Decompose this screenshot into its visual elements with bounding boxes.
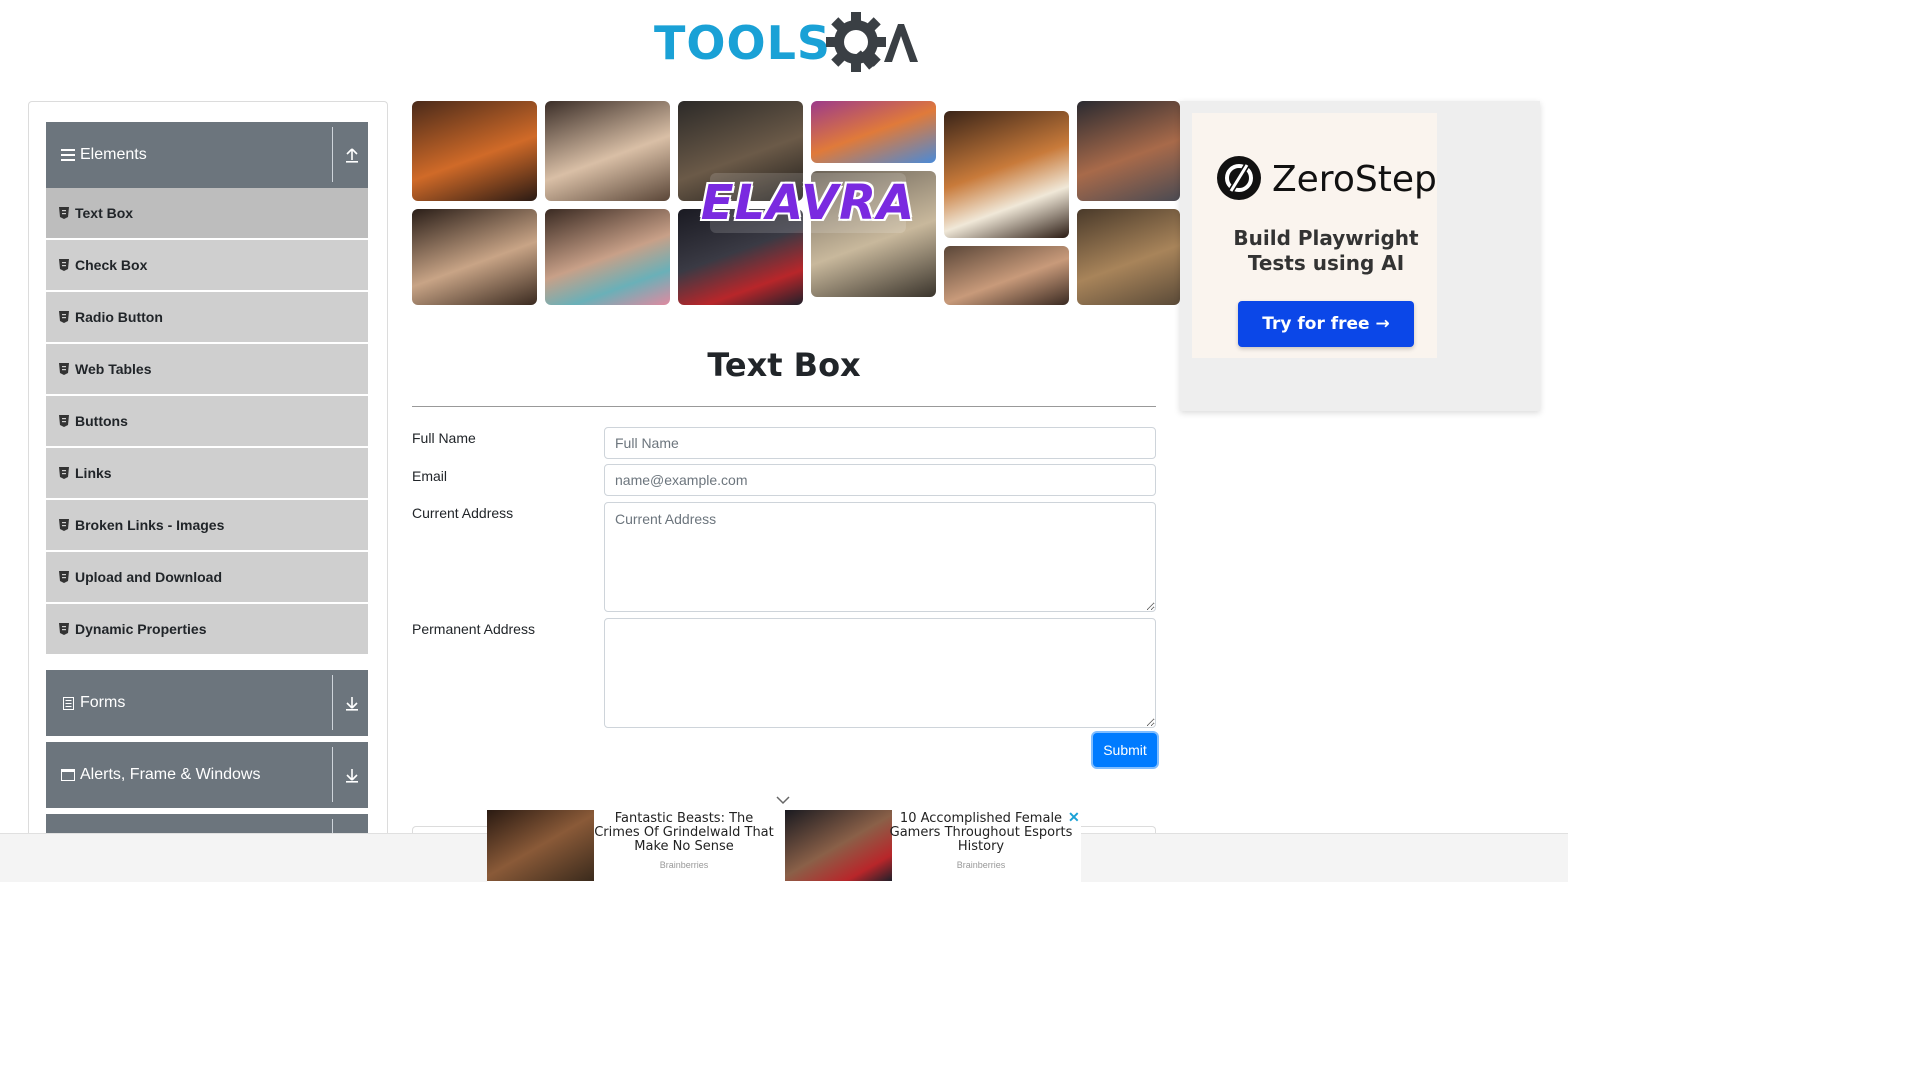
banner-image	[545, 209, 670, 305]
html5-icon	[59, 467, 69, 479]
divider	[332, 127, 333, 182]
sidebar-item-buttons[interactable]: Buttons	[46, 396, 368, 446]
banner-ad[interactable]: ELAVRA	[412, 101, 1180, 305]
full-name-label: Full Name	[412, 430, 476, 446]
logo-gear-icon	[826, 12, 918, 72]
collapse-up-icon[interactable]	[344, 146, 360, 164]
sidebar-item-label: Check Box	[75, 257, 148, 273]
sidebar-item-broken-links[interactable]: Broken Links - Images	[46, 500, 368, 550]
sidebar-item-radio-button[interactable]: Radio Button	[46, 292, 368, 342]
current-address-label: Current Address	[412, 505, 514, 521]
html5-icon	[59, 623, 69, 635]
divider	[332, 747, 333, 802]
ad-brand-name: ZeroStep	[1272, 159, 1437, 200]
ad-headline[interactable]: 10 Accomplished Female Gamers Throughout…	[888, 812, 1074, 854]
ad-headline[interactable]: Fantastic Beasts: The Crimes Of Grindelw…	[591, 812, 777, 854]
sidebar-item-upload-download[interactable]: Upload and Download	[46, 552, 368, 602]
banner-image	[412, 209, 537, 305]
html5-icon	[59, 311, 69, 323]
sidebar-item-label: Links	[75, 465, 112, 481]
sidebar-group-label: Alerts, Frame & Windows	[80, 766, 261, 783]
document-icon	[60, 695, 76, 711]
sidebar-item-web-tables[interactable]: Web Tables	[46, 344, 368, 394]
ad-card: ZeroStep Build Playwright Tests using AI…	[1192, 113, 1437, 358]
sidebar-item-dynamic-properties[interactable]: Dynamic Properties	[46, 604, 368, 654]
ad-thumbnail[interactable]	[487, 810, 594, 881]
email-input[interactable]	[604, 464, 1156, 496]
banner-image	[1077, 101, 1180, 201]
site-header: TOOLS	[0, 0, 1568, 90]
bottom-ad-strip: Fantastic Beasts: The Crimes Of Grindelw…	[487, 810, 1081, 882]
ad-tagline: Build Playwright Tests using AI	[1233, 226, 1419, 275]
html5-icon	[59, 207, 69, 219]
try-for-free-button[interactable]: Try for free →	[1238, 301, 1414, 347]
sidebar-item-label: Dynamic Properties	[75, 621, 207, 637]
email-label: Email	[412, 468, 448, 484]
sidebar-item-links[interactable]: Links	[46, 448, 368, 498]
sidebar-item-label: Upload and Download	[75, 569, 222, 585]
permanent-address-input[interactable]	[604, 618, 1156, 728]
sidebar-item-label: Buttons	[75, 413, 128, 429]
zerostep-ad[interactable]: ZeroStep Build Playwright Tests using AI…	[1180, 101, 1540, 411]
html5-icon	[59, 519, 69, 531]
zerostep-logo-icon	[1217, 156, 1261, 200]
logo-wordmark: TOOLS	[654, 16, 832, 70]
sidebar-item-label: Web Tables	[75, 361, 152, 377]
sidebar-item-label: Broken Links - Images	[75, 517, 225, 533]
window-icon	[60, 767, 76, 783]
banner-image	[944, 111, 1069, 238]
sidebar-item-text-box[interactable]: Text Box	[46, 188, 368, 238]
page-title: Text Box	[707, 346, 861, 384]
sidebar-item-check-box[interactable]: Check Box	[46, 240, 368, 290]
banner-image	[545, 101, 670, 201]
close-icon[interactable]: ✕	[1068, 809, 1080, 826]
banner-image	[412, 101, 537, 201]
expand-down-icon[interactable]	[344, 766, 360, 784]
sidebar-group-forms[interactable]: Forms	[46, 670, 368, 736]
sidebar-nav: Elements Text Box Check Box Radio Button…	[28, 101, 388, 882]
sidebar-item-label: Radio Button	[75, 309, 163, 325]
sidebar-group-elements[interactable]: Elements	[46, 122, 368, 188]
sidebar-group-alerts[interactable]: Alerts, Frame & Windows	[46, 742, 368, 808]
divider	[412, 406, 1156, 407]
sidebar-group-label: Forms	[80, 694, 126, 711]
expand-down-icon[interactable]	[344, 694, 360, 712]
banner-brand-text: ELAVRA	[700, 173, 916, 233]
sidebar-item-label: Text Box	[75, 205, 134, 221]
hamburger-icon	[60, 147, 76, 163]
ad-source: Brainberries	[659, 860, 709, 870]
full-name-input[interactable]	[604, 427, 1156, 459]
permanent-address-label: Permanent Address	[412, 621, 535, 637]
html5-icon	[59, 259, 69, 271]
ad-source: Brainberries	[956, 860, 1006, 870]
html5-icon	[59, 415, 69, 427]
divider	[332, 675, 333, 730]
current-address-input[interactable]	[604, 502, 1156, 612]
toolsqa-logo[interactable]: TOOLS	[654, 12, 919, 74]
chevron-down-icon[interactable]	[776, 795, 790, 805]
html5-icon	[59, 571, 69, 583]
ad-thumbnail[interactable]	[785, 810, 892, 881]
submit-button[interactable]: Submit	[1093, 733, 1157, 767]
banner-image	[1077, 209, 1180, 305]
banner-image	[944, 246, 1069, 305]
sidebar-group-label: Elements	[80, 146, 147, 163]
banner-image	[811, 101, 936, 163]
html5-icon	[59, 363, 69, 375]
